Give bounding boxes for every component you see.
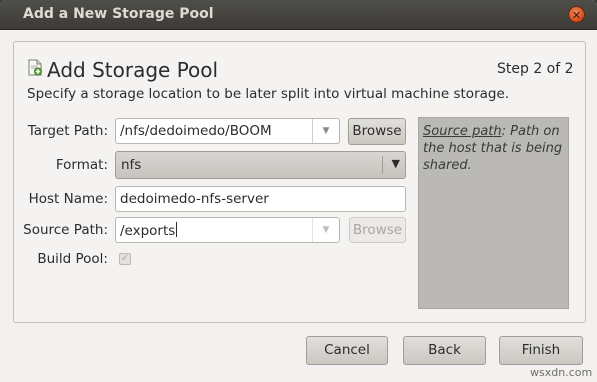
source-path-label: Source Path: xyxy=(23,222,108,238)
text-cursor xyxy=(176,222,178,237)
storage-pool-add-icon xyxy=(28,59,42,76)
page-description: Specify a storage location to be later s… xyxy=(27,86,510,102)
host-name-field[interactable]: dedoimedo-nfs-server xyxy=(115,186,406,212)
cancel-button[interactable]: Cancel xyxy=(306,336,388,365)
host-name-value: dedoimedo-nfs-server xyxy=(120,191,269,207)
title-bar: Add a New Storage Pool ✕ xyxy=(0,0,597,30)
chevron-down-icon: ▼ xyxy=(391,157,400,170)
chevron-down-icon: ▼ xyxy=(322,225,330,235)
window-title: Add a New Storage Pool xyxy=(23,6,214,22)
build-pool-label: Build Pool: xyxy=(37,251,108,267)
source-path-value-wrap[interactable]: /exports xyxy=(120,222,178,239)
target-path-label: Target Path: xyxy=(27,123,108,139)
target-path-value[interactable]: /nfs/dedoimedo/BOOM xyxy=(120,123,272,139)
source-path-combo[interactable]: /exports ▼ xyxy=(115,217,340,243)
help-panel: Source path: Path on the host that is be… xyxy=(418,117,569,309)
format-select-separator xyxy=(382,156,383,174)
format-select[interactable]: nfs ▼ xyxy=(115,151,406,179)
source-path-browse-button[interactable]: Browse xyxy=(349,217,406,243)
back-button[interactable]: Back xyxy=(403,336,486,365)
finish-button[interactable]: Finish xyxy=(499,336,583,365)
build-pool-checkbox[interactable]: ✓ xyxy=(119,253,131,265)
source-path-dropdown-arrow[interactable]: ▼ xyxy=(312,218,339,242)
format-value: nfs xyxy=(121,157,142,173)
step-indicator: Step 2 of 2 xyxy=(497,61,574,77)
target-path-dropdown-arrow[interactable]: ▼ xyxy=(312,119,339,143)
page-title: Add Storage Pool xyxy=(47,58,219,82)
host-name-label: Host Name: xyxy=(28,191,108,207)
close-icon: ✕ xyxy=(571,9,582,22)
target-path-browse-button[interactable]: Browse xyxy=(348,118,406,145)
format-label: Format: xyxy=(55,157,108,173)
source-path-value: /exports xyxy=(120,223,176,239)
checkmark-icon: ✓ xyxy=(120,253,130,264)
close-button[interactable]: ✕ xyxy=(568,6,585,23)
chevron-down-icon: ▼ xyxy=(322,126,330,136)
help-term: Source path xyxy=(423,124,502,139)
watermark: wsxdn.com xyxy=(530,366,593,379)
add-storage-pool-dialog: Add a New Storage Pool ✕ Add Storage Poo… xyxy=(0,0,597,382)
target-path-combo[interactable]: /nfs/dedoimedo/BOOM ▼ xyxy=(115,118,340,144)
